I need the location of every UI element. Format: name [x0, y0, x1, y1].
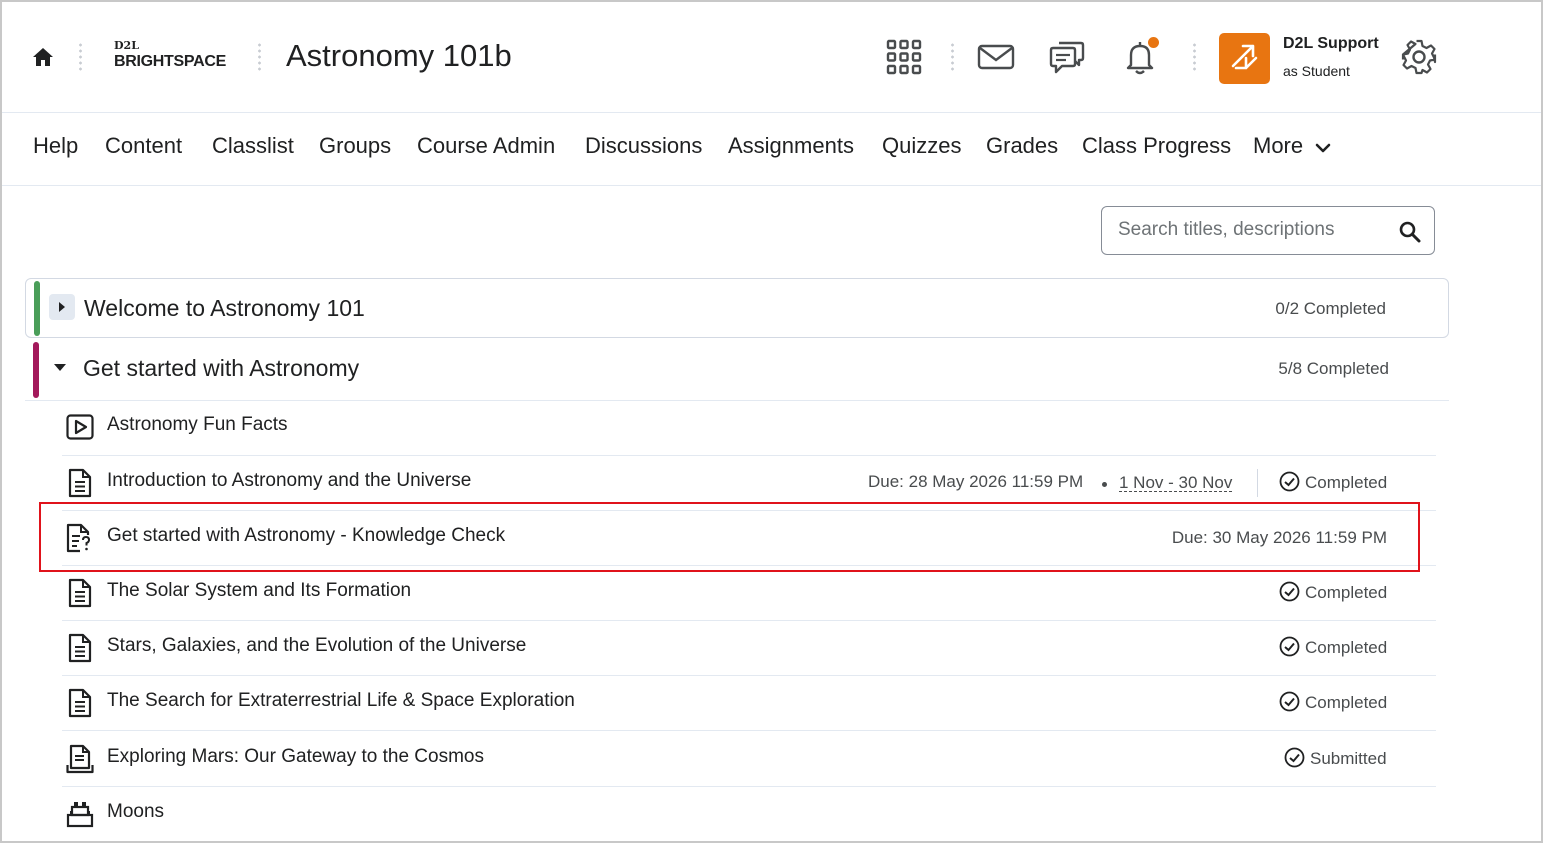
chevron-down-icon: [1315, 143, 1331, 153]
completion-status: Completed: [1279, 581, 1387, 603]
module-title[interactable]: Get started with Astronomy: [83, 355, 359, 382]
nav-grades[interactable]: Grades: [986, 133, 1058, 159]
caret-down-icon[interactable]: [52, 360, 68, 376]
completion-status: Submitted: [1284, 747, 1387, 769]
check-circle-icon: [1279, 581, 1300, 602]
list-item[interactable]: The Search for Extraterrestrial Life & S…: [62, 675, 1436, 731]
check-circle-icon: [1284, 747, 1305, 768]
item-title[interactable]: Moons: [107, 801, 164, 823]
nav-help[interactable]: Help: [33, 133, 78, 159]
divider: [1193, 42, 1196, 72]
app-window: D2L BRIGHTSPACE Astronomy 101b D2L Suppo…: [0, 0, 1543, 843]
user-avatar[interactable]: [1219, 33, 1270, 84]
nav-more[interactable]: More: [1253, 133, 1331, 159]
module-color-bar: [34, 281, 40, 336]
top-navbar: D2L BRIGHTSPACE Astronomy 101b D2L Suppo…: [2, 2, 1541, 113]
course-selector-icon[interactable]: [885, 38, 923, 76]
video-icon: [66, 414, 94, 440]
status-text: Submitted: [1310, 749, 1387, 768]
item-title[interactable]: The Solar System and Its Formation: [107, 580, 411, 602]
module-progress: 0/2 Completed: [1275, 299, 1386, 318]
divider: [1257, 469, 1258, 497]
logo-brand-text: BRIGHTSPACE: [114, 53, 226, 70]
caret-right-icon: [59, 302, 65, 312]
item-title[interactable]: Exploring Mars: Our Gateway to the Cosmo…: [107, 746, 484, 768]
expand-button[interactable]: [49, 294, 75, 320]
lego-blocks-icon: [66, 802, 94, 828]
nav-classlist[interactable]: Classlist: [212, 133, 294, 159]
module-welcome[interactable]: Welcome to Astronomy 101 0/2 Completed: [25, 278, 1449, 338]
document-icon: [68, 468, 92, 498]
completion-status: Completed: [1279, 471, 1387, 493]
logo-d2l-text: D2L: [114, 39, 139, 52]
gear-icon[interactable]: [1400, 38, 1438, 76]
nav-quizzes[interactable]: Quizzes: [882, 133, 961, 159]
module-get-started[interactable]: Get started with Astronomy 5/8 Completed: [25, 340, 1449, 401]
assignment-icon: [66, 744, 94, 774]
document-icon: [68, 688, 92, 718]
brightspace-logo[interactable]: D2L BRIGHTSPACE: [114, 40, 226, 70]
list-item[interactable]: The Solar System and Its Formation Compl…: [62, 565, 1436, 621]
module-color-bar: [33, 342, 39, 398]
home-icon[interactable]: [30, 44, 56, 70]
list-item[interactable]: Exploring Mars: Our Gateway to the Cosmo…: [62, 731, 1436, 787]
divider: [258, 42, 261, 72]
module-progress: 5/8 Completed: [1278, 359, 1389, 378]
completion-status: Completed: [1279, 636, 1387, 658]
item-title[interactable]: The Search for Extraterrestrial Life & S…: [107, 690, 575, 712]
document-icon: [68, 578, 92, 608]
check-circle-icon: [1279, 636, 1300, 657]
document-icon: [68, 633, 92, 663]
list-item[interactable]: Astronomy Fun Facts: [62, 400, 1436, 456]
search-input[interactable]: [1118, 217, 1388, 243]
highlight-box: [39, 502, 1420, 572]
course-title[interactable]: Astronomy 101b: [286, 38, 512, 74]
status-text: Completed: [1305, 693, 1388, 712]
nav-class-progress[interactable]: Class Progress: [1082, 133, 1231, 159]
chat-icon[interactable]: [1048, 38, 1086, 76]
completion-status: Completed: [1279, 691, 1387, 713]
item-title[interactable]: Astronomy Fun Facts: [107, 414, 288, 436]
user-role: as Student: [1283, 63, 1350, 79]
nav-course-admin[interactable]: Course Admin: [417, 133, 555, 159]
module-title[interactable]: Welcome to Astronomy 101: [84, 295, 365, 322]
status-text: Completed: [1305, 473, 1388, 492]
list-item[interactable]: Stars, Galaxies, and the Evolution of th…: [62, 620, 1436, 676]
check-circle-icon: [1279, 691, 1300, 712]
user-name[interactable]: D2L Support: [1283, 35, 1379, 53]
list-item[interactable]: Moons: [62, 786, 1436, 841]
item-title[interactable]: Introduction to Astronomy and the Univer…: [107, 470, 471, 492]
status-text: Completed: [1305, 583, 1388, 602]
course-navbar: Help Content Classlist Groups Course Adm…: [2, 113, 1541, 186]
role-switch-icon: [1231, 44, 1258, 70]
nav-assignments[interactable]: Assignments: [728, 133, 854, 159]
nav-groups[interactable]: Groups: [319, 133, 391, 159]
divider: [951, 42, 954, 72]
separator-dot: [1102, 482, 1107, 487]
item-title[interactable]: Stars, Galaxies, and the Evolution of th…: [107, 635, 526, 657]
availability-range[interactable]: 1 Nov - 30 Nov: [1119, 474, 1233, 492]
notification-badge: [1148, 37, 1159, 48]
nav-content[interactable]: Content: [105, 133, 182, 159]
search-box: [1101, 206, 1435, 255]
check-circle-icon: [1279, 471, 1300, 492]
due-date: Due: 28 May 2026 11:59 PM: [868, 472, 1084, 491]
divider: [79, 42, 82, 72]
nav-discussions[interactable]: Discussions: [585, 133, 702, 159]
search-icon[interactable]: [1398, 220, 1422, 244]
mail-icon[interactable]: [977, 38, 1015, 76]
nav-more-label: More: [1253, 133, 1304, 158]
status-text: Completed: [1305, 638, 1388, 657]
